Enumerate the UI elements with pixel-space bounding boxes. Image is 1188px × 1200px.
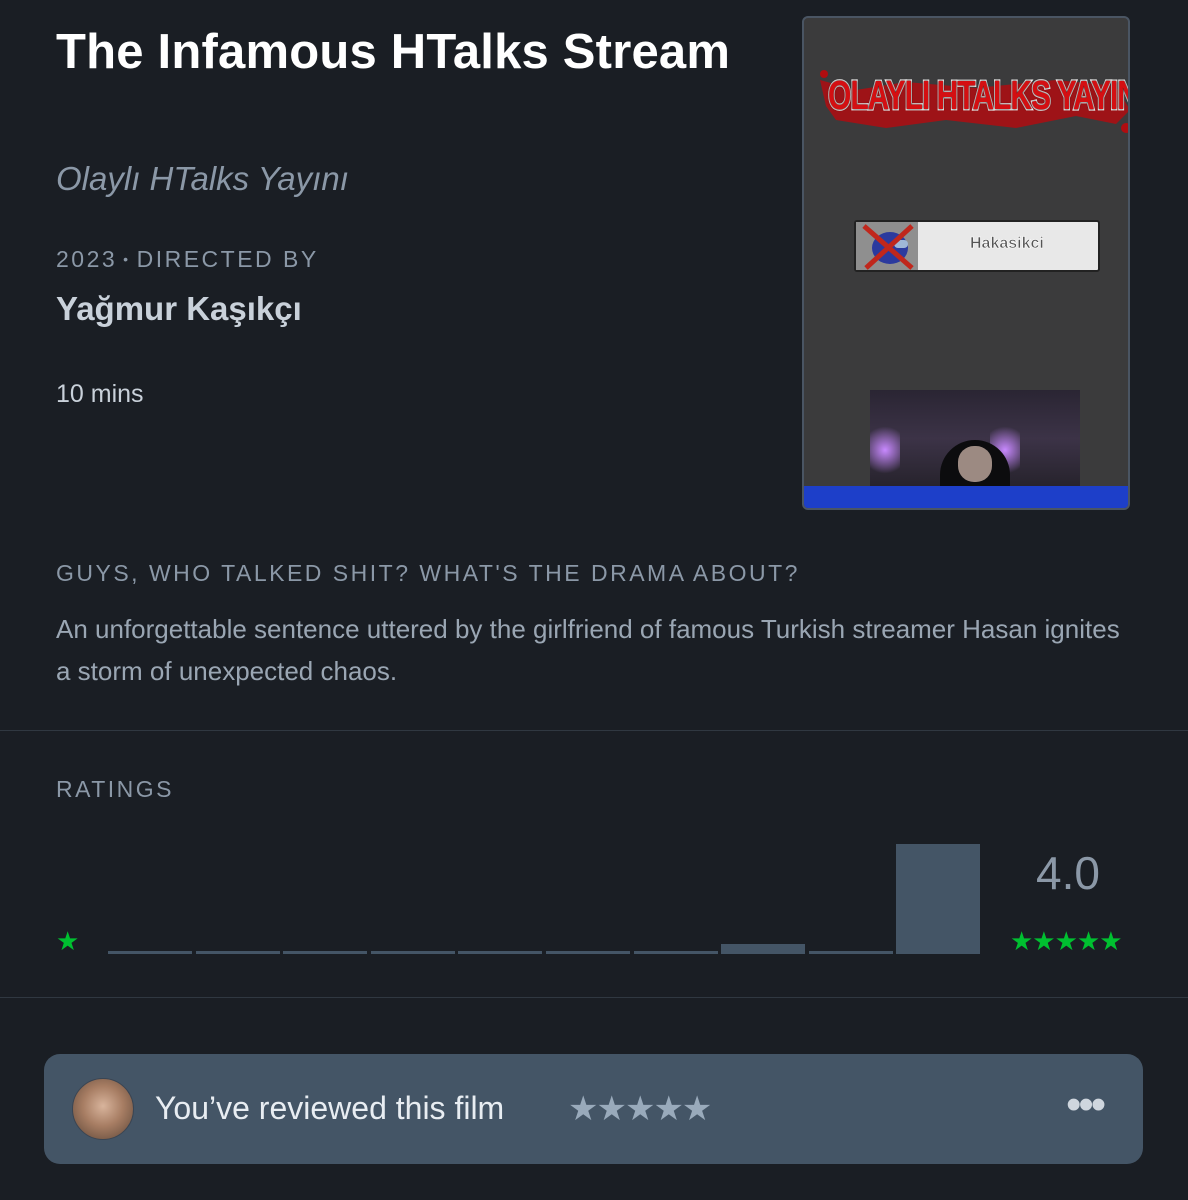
histogram-bar-1.5[interactable]	[283, 951, 368, 954]
histogram-bar-4[interactable]	[721, 944, 806, 954]
tagline: GUYS, WHO TALKED SHIT? WHAT'S THE DRAMA …	[56, 560, 800, 586]
avatar[interactable]	[72, 1078, 134, 1140]
purple-light	[870, 420, 900, 480]
histogram-bar-3.5[interactable]	[633, 951, 718, 954]
release-year[interactable]: 2023	[56, 246, 117, 272]
poster-name-chip: Hakasikci	[854, 220, 1100, 272]
max-rating-stars-icon: ★★★★★	[1010, 926, 1123, 956]
reviewed-status-text: You’ve reviewed this film	[155, 1090, 505, 1126]
original-title: Olaylı HTalks Yayını	[56, 160, 349, 197]
runtime: 10 mins	[56, 380, 144, 408]
histogram-bar-1[interactable]	[195, 951, 280, 954]
poster-blue-bar	[804, 486, 1128, 508]
min-rating-star-icon: ★	[56, 926, 80, 956]
histogram-bar-0.5[interactable]	[108, 951, 192, 954]
director-link[interactable]: Yağmur Kaşıkçı	[56, 290, 302, 328]
synopsis: An unforgettable sentence uttered by the…	[56, 614, 1120, 686]
streamer-face	[958, 446, 992, 482]
review-status-bar[interactable]: You’ve reviewed this film ★★★★★ •••	[44, 1054, 1143, 1164]
section-divider	[0, 730, 1188, 731]
histogram-bar-4.5[interactable]	[808, 951, 893, 954]
directed-by-label: DIRECTED BY	[136, 246, 319, 272]
film-poster[interactable]: OLAYLI HTALKS YAYINI Hakasikci	[802, 16, 1130, 510]
histogram-bar-2[interactable]	[370, 951, 455, 954]
histogram-bar-5[interactable]	[896, 844, 981, 954]
separator-dot: •	[123, 251, 131, 267]
crossed-character-icon	[856, 222, 918, 270]
histogram-bar-3[interactable]	[546, 951, 630, 954]
user-rating-stars-icon: ★★★★★	[568, 1090, 712, 1128]
more-options-icon[interactable]: •••	[1066, 1080, 1106, 1130]
meta-line: 2023 • DIRECTED BY	[56, 246, 319, 273]
poster-headline: OLAYLI HTALKS YAYINI	[827, 73, 1130, 120]
section-divider	[0, 997, 1188, 998]
poster-chip-name: Hakasikci	[970, 235, 1044, 253]
average-rating[interactable]: 4.0	[1036, 846, 1100, 900]
ratings-heading: RATINGS	[56, 776, 175, 802]
film-title: The Infamous HTalks Stream	[56, 25, 731, 79]
histogram-bar-2.5[interactable]	[458, 951, 543, 954]
